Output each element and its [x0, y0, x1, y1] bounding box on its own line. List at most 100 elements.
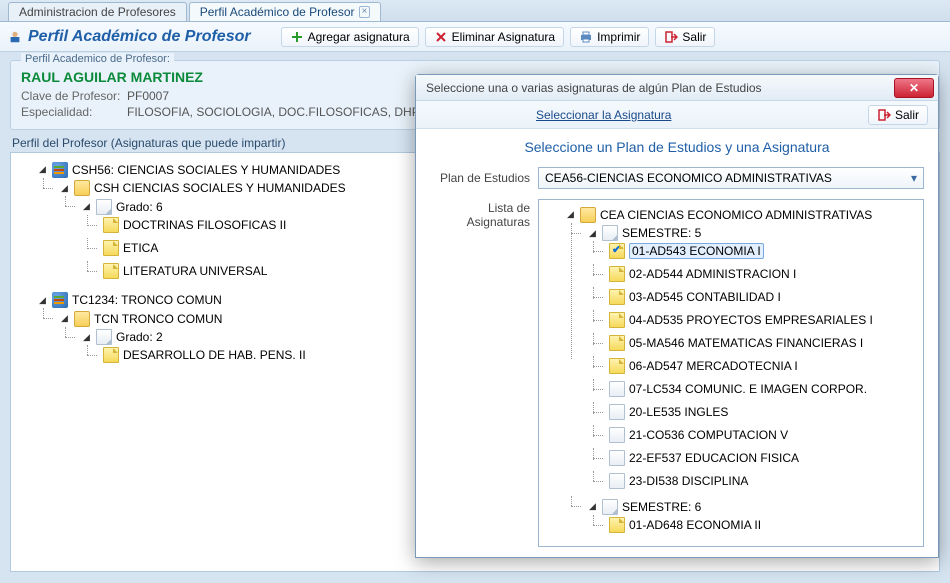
tree-label: 01-AD543 ECONOMIA I — [629, 243, 764, 259]
dialog-close-button[interactable]: ✕ — [894, 78, 934, 98]
exit-icon — [877, 108, 891, 122]
close-icon[interactable]: × — [359, 6, 371, 18]
collapse-icon[interactable]: ◢ — [59, 313, 70, 324]
note-icon — [602, 499, 618, 515]
delete-icon — [434, 30, 448, 44]
tree-area-tcn[interactable]: ◢ TCN TRONCO COMUN — [59, 311, 222, 327]
asignaturas-label: Lista de Asignaturas — [430, 199, 530, 547]
tree-label: TCN TRONCO COMUN — [94, 312, 222, 326]
tree-item[interactable]: 03-AD545 CONTABILIDAD I — [609, 289, 781, 305]
combo-value: CEA56-CIENCIAS ECONOMICO ADMINISTRATIVAS — [545, 171, 832, 185]
add-asignatura-button[interactable]: Agregar asignatura — [281, 27, 419, 47]
clave-value: PF0007 — [127, 89, 169, 103]
tree-label: 03-AD545 CONTABILIDAD I — [629, 290, 781, 304]
doc-checked-icon — [609, 243, 625, 259]
doc-icon — [609, 312, 625, 328]
tree-label: CEA CIENCIAS ECONOMICO ADMINISTRATIVAS — [600, 208, 872, 222]
tree-root-tc1234[interactable]: ◢ TC1234: TRONCO COMUN — [37, 292, 222, 308]
tree-item[interactable]: DESARROLLO DE HAB. PENS. II — [103, 347, 306, 363]
tree-label: 04-AD535 PROYECTOS EMPRESARIALES I — [629, 313, 873, 327]
doc-icon — [609, 473, 625, 489]
doc-icon — [103, 263, 119, 279]
tree-label: 05-MA546 MATEMATICAS FINANCIERAS I — [629, 336, 863, 350]
doc-icon — [609, 381, 625, 397]
tree-label: 22-EF537 EDUCACION FISICA — [629, 451, 799, 465]
tree-item[interactable]: 02-AD544 ADMINISTRACION I — [609, 266, 796, 282]
dialog-exit-button[interactable]: Salir — [868, 105, 928, 125]
printer-icon — [579, 30, 593, 44]
tree-item[interactable]: ETICA — [103, 240, 158, 256]
tree-root-csh56[interactable]: ◢ CSH56: CIENCIAS SOCIALES Y HUMANIDADES — [37, 162, 340, 178]
tree-item[interactable]: 05-MA546 MATEMATICAS FINANCIERAS I — [609, 335, 863, 351]
plan-select[interactable]: CEA56-CIENCIAS ECONOMICO ADMINISTRATIVAS… — [538, 167, 924, 189]
tree-semester-6[interactable]: ◢ SEMESTRE: 6 — [587, 499, 701, 515]
tree-item[interactable]: 06-AD547 MERCADOTECNIA I — [609, 358, 798, 374]
collapse-icon[interactable]: ◢ — [565, 209, 576, 220]
tab-perfil-academico[interactable]: Perfil Académico de Profesor × — [189, 2, 382, 21]
tree-item[interactable]: 21-CO536 COMPUTACION V — [609, 427, 788, 443]
doc-icon — [609, 335, 625, 351]
page-title-area: Perfil Académico de Profesor — [8, 28, 251, 46]
tree-item[interactable]: 01-AD543 ECONOMIA I — [609, 243, 764, 259]
page-title: Perfil Académico de Profesor — [28, 28, 251, 46]
exit-button[interactable]: Salir — [655, 27, 715, 47]
tree-label: SEMESTRE: 5 — [622, 226, 701, 240]
note-icon — [96, 329, 112, 345]
collapse-icon[interactable]: ◢ — [37, 295, 48, 306]
tree-grade-6[interactable]: ◢ Grado: 6 — [81, 199, 163, 215]
books-icon — [52, 292, 68, 308]
doc-icon — [609, 404, 625, 420]
tree-item[interactable]: 22-EF537 EDUCACION FISICA — [609, 450, 799, 466]
folder-icon — [580, 207, 596, 223]
tree-semester-5[interactable]: ◢ SEMESTRE: 5 — [587, 225, 701, 241]
collapse-icon[interactable]: ◢ — [81, 332, 92, 343]
button-label: Salir — [895, 108, 919, 122]
tree-item[interactable]: 01-AD648 ECONOMIA II — [609, 517, 761, 533]
tree-item[interactable]: LITERATURA UNIVERSAL — [103, 263, 267, 279]
tree-grade-2[interactable]: ◢ Grado: 2 — [81, 329, 163, 345]
collapse-icon[interactable]: ◢ — [587, 501, 598, 512]
tab-label: Perfil Académico de Profesor — [200, 5, 355, 19]
tree-item[interactable]: DOCTRINAS FILOSOFICAS II — [103, 217, 286, 233]
professor-icon — [8, 30, 22, 44]
note-icon — [96, 199, 112, 215]
select-asignatura-dialog: Seleccione una o varias asignaturas de a… — [415, 74, 939, 558]
doc-icon — [609, 266, 625, 282]
tree-item[interactable]: 04-AD535 PROYECTOS EMPRESARIALES I — [609, 312, 873, 328]
collapse-icon[interactable]: ◢ — [37, 164, 48, 175]
tree-area-csh[interactable]: ◢ CSH CIENCIAS SOCIALES Y HUMANIDADES — [59, 180, 346, 196]
folder-icon — [74, 311, 90, 327]
collapse-icon[interactable]: ◢ — [81, 201, 92, 212]
dialog-toolbar: Seleccionar la Asignatura Salir — [416, 101, 938, 129]
button-label: Imprimir — [597, 30, 640, 44]
tab-admin-profesores[interactable]: Administracion de Profesores — [8, 2, 187, 21]
tree-label: DOCTRINAS FILOSOFICAS II — [123, 218, 286, 232]
collapse-icon[interactable]: ◢ — [587, 228, 598, 239]
tree-item[interactable]: 23-DI538 DISCIPLINA — [609, 473, 748, 489]
tree-item[interactable]: 20-LE535 INGLES — [609, 404, 728, 420]
print-button[interactable]: Imprimir — [570, 27, 649, 47]
dialog-heading: Seleccione un Plan de Estudios y una Asi… — [430, 139, 924, 155]
select-asignatura-link[interactable]: Seleccionar la Asignatura — [526, 106, 681, 124]
doc-icon — [103, 217, 119, 233]
dialog-titlebar[interactable]: Seleccione una o varias asignaturas de a… — [416, 75, 938, 101]
collapse-icon[interactable]: ◢ — [59, 183, 70, 194]
doc-icon — [609, 427, 625, 443]
toolbar: Agregar asignatura Eliminar Asignatura I… — [281, 27, 716, 47]
plus-icon — [290, 30, 304, 44]
doc-icon — [609, 358, 625, 374]
note-icon — [602, 225, 618, 241]
tree-label: CSH CIENCIAS SOCIALES Y HUMANIDADES — [94, 181, 346, 195]
clave-label: Clave de Profesor: — [21, 89, 121, 103]
tree-label: 01-AD648 ECONOMIA II — [629, 518, 761, 532]
tree-root-cea[interactable]: ◢ CEA CIENCIAS ECONOMICO ADMINISTRATIVAS — [565, 207, 872, 223]
button-label: Agregar asignatura — [308, 30, 410, 44]
asignaturas-tree[interactable]: ◢ CEA CIENCIAS ECONOMICO ADMINISTRATIVAS… — [538, 199, 924, 547]
tree-item[interactable]: 07-LC534 COMUNIC. E IMAGEN CORPOR. — [609, 381, 867, 397]
especialidad-label: Especialidad: — [21, 105, 121, 119]
doc-icon — [103, 240, 119, 256]
books-icon — [52, 162, 68, 178]
doc-icon — [609, 517, 625, 533]
tree-label: DESARROLLO DE HAB. PENS. II — [123, 348, 306, 362]
delete-asignatura-button[interactable]: Eliminar Asignatura — [425, 27, 564, 47]
